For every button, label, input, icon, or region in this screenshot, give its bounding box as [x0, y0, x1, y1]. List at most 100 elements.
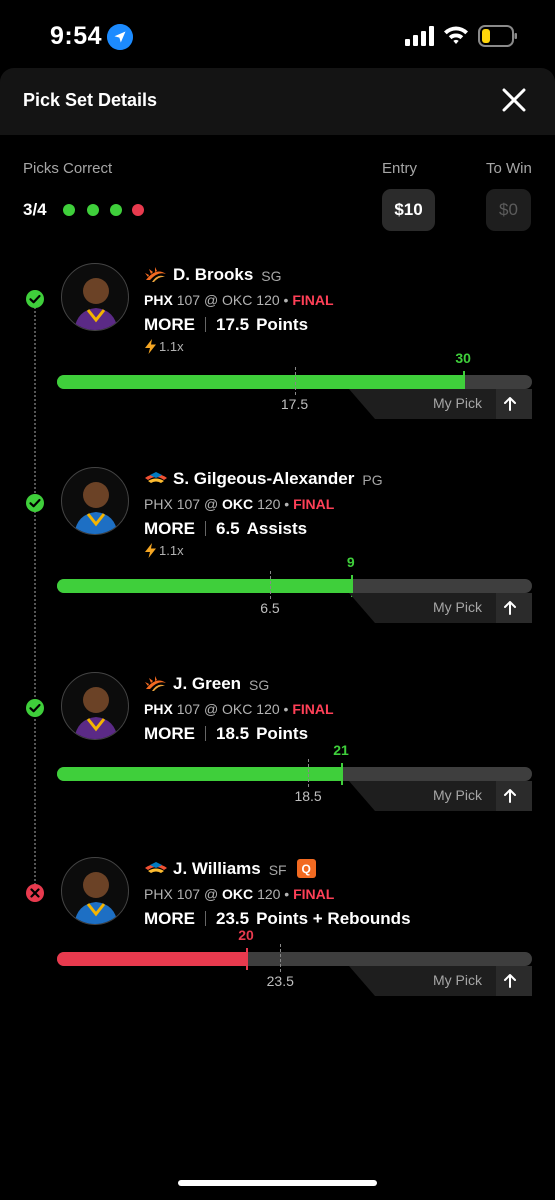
suns-logo [144, 674, 168, 694]
player-position: SG [261, 268, 282, 284]
result-marker [341, 763, 343, 785]
home-score: 120 [256, 701, 280, 717]
home-score: 120 [257, 496, 281, 512]
away-score: 107 [176, 496, 201, 512]
to-win-label: To Win [486, 160, 532, 177]
pick-card: J. Williams SF Q PHX 107 @ OKC 120 • FINAL M… [0, 857, 555, 1057]
picks-correct-value: 3/4 [23, 200, 47, 219]
pick-card: J. Green SG PHX 107 @ OKC 120 • FINAL MORE 1… [0, 672, 555, 872]
player-avatar [61, 467, 129, 535]
entry-label: Entry [382, 160, 418, 177]
wifi-icon [444, 26, 468, 44]
bullet-separator: • [279, 292, 293, 308]
multiplier: 1.1x [145, 339, 184, 354]
pick-line-value: 18.5 [216, 724, 250, 743]
away-team: PHX [144, 886, 173, 902]
player-name: J. Green [173, 674, 242, 693]
arrow-up-icon[interactable] [501, 972, 519, 990]
pick-stat: Assists [246, 519, 308, 538]
player-name: D. Brooks [173, 265, 254, 284]
result-progress-bar [57, 571, 532, 599]
arrow-up-icon[interactable] [501, 787, 519, 805]
line-marker [280, 944, 282, 972]
pick-direction: MORE [144, 724, 195, 743]
suns-logo [144, 265, 168, 285]
player-position: PG [362, 472, 383, 488]
multiplier-value: 1.1x [159, 339, 184, 354]
at-separator: @ [203, 292, 219, 308]
line-value-label: 17.5 [280, 396, 309, 412]
x-circle-icon [26, 884, 44, 902]
thunder-logo [144, 859, 168, 879]
bullet-separator: • [279, 701, 293, 717]
player-avatar [61, 857, 129, 925]
status-bar: 9:54 [0, 0, 555, 68]
home-team: OKC [222, 701, 253, 717]
check-circle-icon [26, 494, 44, 512]
pick-line-value: 6.5 [216, 519, 240, 538]
line-marker [308, 759, 310, 787]
pick-stat: Points [256, 724, 309, 743]
result-marker [246, 948, 248, 970]
result-fill [57, 579, 352, 593]
result-dot [63, 204, 75, 216]
lightning-bolt-icon [145, 543, 156, 558]
arrow-up-icon[interactable] [501, 395, 519, 413]
result-fill [57, 767, 342, 781]
away-score: 107 [176, 886, 201, 902]
game-state: FINAL [293, 886, 335, 902]
pick-line: MORE 23.5 Points + Rebounds [144, 909, 411, 929]
pick-stat: Points + Rebounds [256, 909, 411, 928]
result-progress-bar [57, 759, 532, 787]
player-avatar [61, 672, 129, 740]
to-win-value: $0 [486, 189, 531, 231]
away-team: PHX [144, 496, 173, 512]
line-value-label: 18.5 [294, 788, 322, 804]
result-dot [132, 204, 144, 216]
result-fill [57, 952, 247, 966]
questionable-badge: Q [296, 859, 316, 878]
result-dot [110, 204, 122, 216]
lightning-bolt-icon [145, 339, 156, 354]
game-matchup: PHX 107 @ OKC 120 • FINAL [144, 701, 334, 717]
my-pick-label: My Pick [433, 787, 482, 803]
result-dot [87, 204, 99, 216]
bullet-separator: • [280, 886, 294, 902]
home-indicator[interactable] [178, 1180, 377, 1186]
cellular-signal-icon [405, 26, 434, 46]
bullet-separator: • [280, 496, 294, 512]
home-team: OKC [222, 292, 253, 308]
home-score: 120 [257, 886, 281, 902]
page-title: Pick Set Details [23, 90, 158, 110]
game-matchup: PHX 107 @ OKC 120 • FINAL [144, 496, 334, 512]
away-score: 107 [176, 701, 201, 717]
player-name: J. Williams [173, 859, 261, 878]
multiplier: 1.1x [145, 543, 184, 558]
close-icon[interactable] [496, 82, 532, 118]
location-arrow-icon [107, 24, 133, 50]
pick-line: MORE 6.5 Assists [144, 519, 307, 539]
arrow-up-icon[interactable] [501, 599, 519, 617]
game-matchup: PHX 107 @ OKC 120 • FINAL [144, 292, 334, 308]
divider [205, 317, 206, 332]
result-progress-bar [57, 944, 532, 972]
battery-low-icon [478, 25, 517, 47]
divider [205, 911, 206, 926]
game-state: FINAL [293, 496, 335, 512]
line-marker [269, 571, 271, 599]
game-matchup: PHX 107 @ OKC 120 • FINAL [144, 886, 334, 902]
player-name: S. Gilgeous-Alexander [173, 469, 355, 488]
sheet-header: Pick Set Details [0, 68, 555, 135]
game-state: FINAL [292, 701, 334, 717]
at-separator: @ [203, 701, 219, 717]
player-position: SG [249, 677, 270, 693]
my-pick-label: My Pick [433, 599, 482, 615]
line-value-label: 6.5 [260, 600, 280, 616]
actual-stat-value: 30 [455, 350, 471, 366]
away-score: 107 [176, 292, 201, 308]
entry-value: $10 [382, 189, 435, 231]
home-team: OKC [222, 886, 254, 902]
status-time: 9:54 [50, 22, 103, 50]
player-avatar [61, 263, 129, 331]
divider [205, 726, 206, 741]
